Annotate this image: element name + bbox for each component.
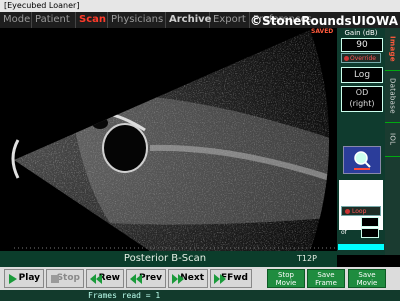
loop-label: Loop xyxy=(352,208,367,215)
override-label: Override xyxy=(350,55,376,62)
scan-settings-panel: Gain (dB) 90 Override Log OD (right) Loo… xyxy=(337,28,385,255)
scan-type-label: Posterior B-Scan xyxy=(123,253,207,264)
gain-label: Gain (dB) xyxy=(344,29,378,37)
override-led-icon xyxy=(344,56,349,61)
rewind-icon xyxy=(90,274,102,284)
override-toggle[interactable]: Override xyxy=(341,53,381,63)
tab-database[interactable]: Database xyxy=(385,70,400,123)
gain-value[interactable]: 90 xyxy=(341,38,383,52)
probe-code-label: T12P xyxy=(297,254,317,263)
frame-label: Frame xyxy=(341,218,360,225)
loop-toggle[interactable]: Loop xyxy=(341,206,381,216)
window-title: [Eyecubed Loaner] xyxy=(4,1,80,10)
next-button[interactable]: Next xyxy=(168,269,208,288)
fast-forward-button[interactable]: FFwd xyxy=(210,269,252,288)
stop-movie-label-1: Stop xyxy=(278,271,294,279)
status-text: Frames read = 1 xyxy=(88,291,161,300)
magnifier-icon xyxy=(354,151,371,170)
play-button[interactable]: Play xyxy=(4,269,44,288)
prev-label: Prev xyxy=(138,273,162,283)
stop-movie-button[interactable]: Stop Movie xyxy=(267,269,305,288)
side-tabs: Image Database IOL xyxy=(385,28,400,255)
ultrasound-image-view[interactable]: SAVED xyxy=(0,28,337,251)
eye-code: OD xyxy=(355,88,369,97)
tab-database-label: Database xyxy=(388,78,397,114)
save-movie-button[interactable]: Save Movie xyxy=(348,269,386,288)
menu-mode[interactable]: Mode xyxy=(0,12,32,28)
menu-export[interactable]: Export xyxy=(210,12,250,28)
tab-iol-label: IOL xyxy=(388,132,397,146)
next-icon xyxy=(172,274,184,284)
stop-button[interactable]: Stop xyxy=(46,269,84,288)
loop-led-icon xyxy=(345,209,350,214)
menu-archive[interactable]: Archive xyxy=(166,12,211,28)
fast-forward-icon xyxy=(214,274,226,284)
save-frame-label-2: Frame xyxy=(315,279,337,287)
tab-image-label: Image xyxy=(388,36,397,62)
menu-scan[interactable]: Scan xyxy=(76,12,108,28)
frame-total-field xyxy=(361,228,379,238)
frame-number-field[interactable] xyxy=(361,217,379,227)
zoom-button[interactable] xyxy=(343,146,381,174)
playback-toolbar: Play Stop Rew Prev Next FFwd Stop Movie … xyxy=(0,267,400,290)
stop-label: Stop xyxy=(56,273,80,283)
prev-button[interactable]: Prev xyxy=(126,269,166,288)
bscan-image xyxy=(11,30,337,251)
menu-physicians[interactable]: Physicians xyxy=(108,12,166,28)
prev-icon xyxy=(130,274,142,284)
frame-progress-bar[interactable] xyxy=(338,244,384,250)
log-mode-button[interactable]: Log xyxy=(341,67,383,83)
rewind-button[interactable]: Rew xyxy=(86,269,124,288)
tab-iol[interactable]: IOL xyxy=(385,122,400,157)
save-movie-label-2: Movie xyxy=(356,279,378,287)
stop-icon xyxy=(51,275,59,283)
saved-indicator: SAVED xyxy=(311,28,334,35)
menu-patient[interactable]: Patient xyxy=(32,12,76,28)
status-bar: Frames read = 1 xyxy=(0,290,400,301)
play-icon xyxy=(9,274,17,284)
main-menu: Mode Patient Scan Physicians Archive Exp… xyxy=(0,12,400,28)
save-frame-label-1: Save xyxy=(317,271,335,279)
save-movie-label-1: Save xyxy=(358,271,376,279)
eye-selector[interactable]: OD (right) xyxy=(341,86,383,112)
stop-movie-label-2: Movie xyxy=(275,279,297,287)
eye-side: (right) xyxy=(349,99,375,108)
play-label: Play xyxy=(18,273,40,283)
tab-image[interactable]: Image xyxy=(385,28,400,71)
probe-info-bar: Posterior B-Scan T12P xyxy=(0,251,337,267)
of-label: of xyxy=(341,229,347,236)
save-frame-button[interactable]: Save Frame xyxy=(307,269,345,288)
